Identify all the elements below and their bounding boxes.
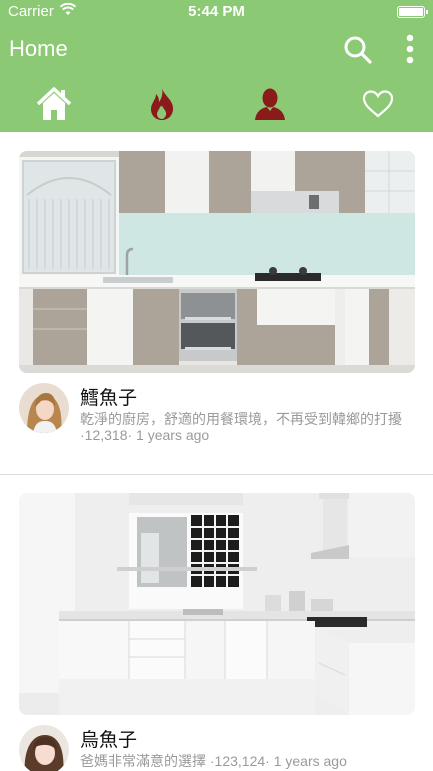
search-button[interactable] [342, 34, 374, 66]
tab-hot[interactable] [142, 84, 182, 124]
post-photo-kitchen[interactable] [19, 493, 415, 715]
author-avatar[interactable] [19, 725, 69, 771]
overflow-menu-button[interactable] [398, 32, 422, 68]
more-vertical-icon [406, 34, 414, 64]
home-icon [36, 87, 72, 120]
divider [0, 474, 433, 475]
tab-favorites[interactable] [358, 84, 398, 124]
tab-bar [0, 76, 433, 132]
author-avatar[interactable] [19, 383, 69, 433]
post-description: 爸媽非常滿意的選擇 ·123,124· 1 years ago [80, 753, 347, 769]
clock: 5:44 PM [188, 3, 245, 20]
heart-icon [362, 90, 394, 118]
post-author-name[interactable]: 烏魚子 [80, 725, 137, 752]
status-bar: Carrier 5:44 PM [0, 0, 433, 24]
post-description: 乾淨的廚房，舒適的用餐環境，不再受到韓鄉的打擾 [80, 411, 402, 427]
app-bar: Home [0, 24, 433, 76]
flame-icon [151, 88, 174, 120]
post-author-name[interactable]: 鱈魚子 [80, 383, 137, 410]
tab-profile[interactable] [250, 84, 290, 124]
post-feed[interactable]: 鱈魚子 乾淨的廚房，舒適的用餐環境，不再受到韓鄉的打擾 ·12,318· 1 y… [0, 132, 433, 771]
post-meta: ·12,318· 1 years ago [80, 427, 210, 443]
page-title: Home [9, 36, 68, 61]
search-icon [344, 36, 372, 64]
person-icon [255, 88, 285, 120]
battery-icon [397, 6, 428, 18]
tab-home[interactable] [34, 84, 74, 124]
post-photo-kitchen[interactable] [19, 151, 415, 373]
